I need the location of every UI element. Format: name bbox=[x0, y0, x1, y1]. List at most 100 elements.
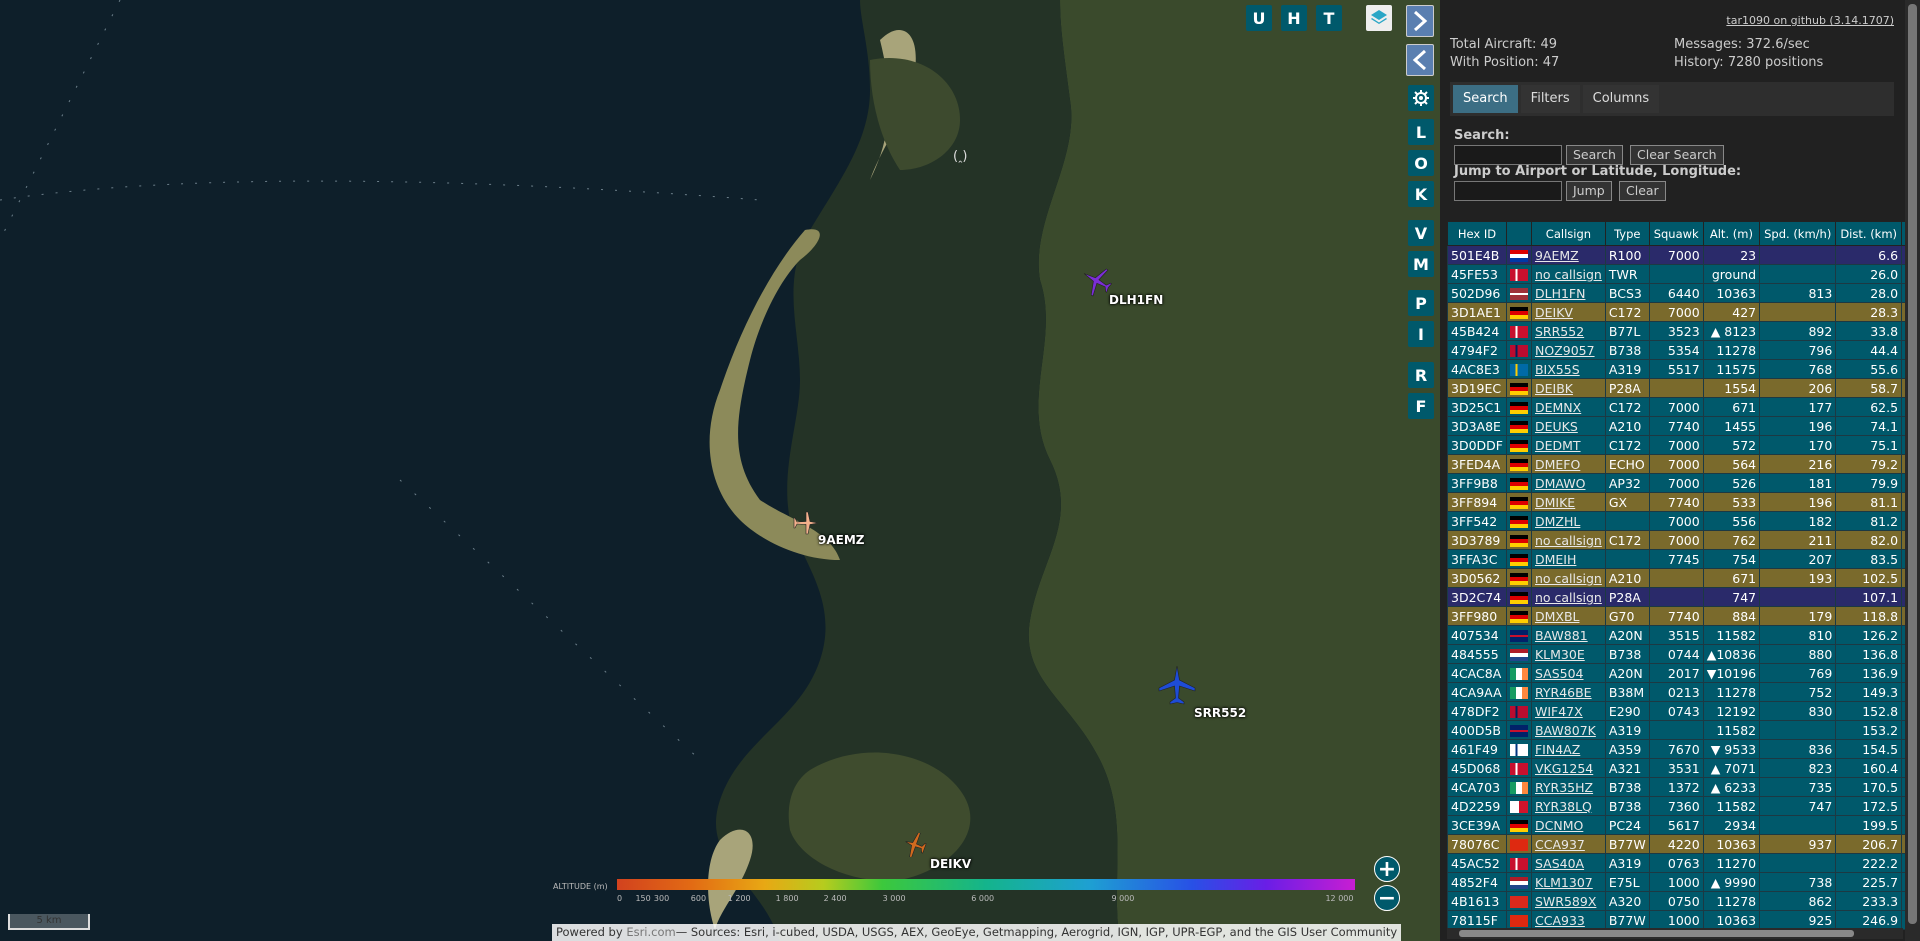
callsign-link[interactable]: DMAWO bbox=[1535, 476, 1585, 491]
table-row[interactable]: 4D2259RYR38LQB738736011582747172.5-16 bbox=[1447, 796, 1905, 816]
callsign-link[interactable]: no callsign bbox=[1535, 571, 1602, 586]
callsign-link[interactable]: 9AEMZ bbox=[1535, 248, 1579, 263]
v-button[interactable]: V bbox=[1408, 220, 1434, 246]
table-row[interactable]: 478DF2WIF47XE290074312192830152.8-12 bbox=[1447, 701, 1905, 721]
column-header[interactable]: Callsign bbox=[1530, 221, 1606, 246]
k-button[interactable]: K bbox=[1408, 181, 1434, 207]
callsign-link[interactable]: SWR589X bbox=[1535, 894, 1596, 909]
callsign-link[interactable]: DEIKV bbox=[1535, 305, 1573, 320]
callsign-link[interactable]: DCNMO bbox=[1535, 818, 1583, 833]
zoom-in-button[interactable]: + bbox=[1374, 856, 1400, 882]
chevron-left-icon[interactable] bbox=[1406, 44, 1434, 76]
gear-icon[interactable] bbox=[1408, 85, 1434, 111]
column-header[interactable]: Spd. (km/h) bbox=[1759, 221, 1837, 246]
jump-input[interactable] bbox=[1454, 181, 1562, 201]
column-header[interactable]: Dist. (km) bbox=[1835, 221, 1903, 246]
callsign-link[interactable]: NOZ9057 bbox=[1535, 343, 1595, 358]
table-row[interactable]: 3FF542DMZHL700055618281.2-16 bbox=[1447, 511, 1905, 531]
table-row[interactable]: 502D96DLH1FNBCS364401036381328.0-5 bbox=[1447, 283, 1905, 303]
callsign-link[interactable]: DMZHL bbox=[1535, 514, 1580, 529]
h-button[interactable]: H bbox=[1281, 5, 1307, 31]
column-header[interactable]: Type bbox=[1604, 221, 1650, 246]
callsign-link[interactable]: FIN4AZ bbox=[1535, 742, 1580, 757]
aircraft-icon-srr552[interactable] bbox=[1157, 664, 1197, 708]
callsign-link[interactable]: no callsign bbox=[1535, 533, 1602, 548]
vertical-scrollbar[interactable] bbox=[1905, 0, 1920, 941]
column-header[interactable]: Squawk bbox=[1648, 221, 1704, 246]
column-header[interactable]: Hex ID bbox=[1447, 221, 1507, 246]
clear-button[interactable]: Clear bbox=[1619, 181, 1666, 201]
callsign-link[interactable]: SRR552 bbox=[1535, 324, 1584, 339]
table-row[interactable]: 45FE53no callsignTWRground26.0-14 bbox=[1447, 264, 1905, 284]
table-row[interactable]: 3FF894DMIKEGX774053319681.1-18 bbox=[1447, 492, 1905, 512]
i-button[interactable]: I bbox=[1408, 321, 1434, 347]
callsign-link[interactable]: RYR35HZ bbox=[1535, 780, 1593, 795]
table-row[interactable]: 45D068VKG1254A3213531▲ 7071823160.4-9 bbox=[1447, 758, 1905, 778]
callsign-link[interactable]: KLM1307 bbox=[1535, 875, 1593, 890]
table-row[interactable]: 484555KLM30EB7380744▲10836880136.8-4 bbox=[1447, 644, 1905, 664]
table-row[interactable]: 3D0DDFDEDMTC172700057217075.1-17 bbox=[1447, 435, 1905, 455]
table-row[interactable]: 4CA9AARYR46BEB38M021311278752149.3-17 bbox=[1447, 682, 1905, 702]
f-button[interactable]: F bbox=[1408, 393, 1434, 419]
o-button[interactable]: O bbox=[1408, 150, 1434, 176]
callsign-link[interactable]: DMEIH bbox=[1535, 552, 1576, 567]
r-button[interactable]: R bbox=[1408, 362, 1434, 388]
callsign-link[interactable]: RYR38LQ bbox=[1535, 799, 1592, 814]
column-header[interactable] bbox=[1505, 221, 1532, 246]
callsign-link[interactable]: DMXBL bbox=[1535, 609, 1580, 624]
callsign-link[interactable]: SAS40A bbox=[1535, 856, 1584, 871]
tab-search[interactable]: Search bbox=[1453, 85, 1518, 113]
table-row[interactable]: 45B424SRR552B77L3523▲ 812389233.8-1 bbox=[1447, 321, 1905, 341]
zoom-out-button[interactable]: − bbox=[1374, 885, 1400, 911]
callsign-link[interactable]: BAW881 bbox=[1535, 628, 1588, 643]
callsign-link[interactable]: DEIBK bbox=[1535, 381, 1573, 396]
callsign-link[interactable]: KLM30E bbox=[1535, 647, 1585, 662]
table-row[interactable]: 3FFA3CDMEIH774575420783.5-16 bbox=[1447, 549, 1905, 569]
clear-search-button[interactable]: Clear Search bbox=[1630, 145, 1724, 165]
callsign-link[interactable]: DMEFO bbox=[1535, 457, 1580, 472]
table-row[interactable]: 3FF9B8DMAWOAP32700052618179.9-17 bbox=[1447, 473, 1905, 493]
u-button[interactable]: U bbox=[1246, 5, 1272, 31]
search-input[interactable] bbox=[1454, 145, 1562, 165]
l-button[interactable]: L bbox=[1408, 119, 1434, 145]
callsign-link[interactable]: DLH1FN bbox=[1535, 286, 1585, 301]
table-row[interactable]: 45AC52SAS40AA319076311270222.2-18 bbox=[1447, 853, 1905, 873]
table-row[interactable]: 461F49FIN4AZA3597670▼ 9533836154.5-16 bbox=[1447, 739, 1905, 759]
callsign-link[interactable]: BIX55S bbox=[1535, 362, 1580, 377]
table-row[interactable]: 3CE39ADCNMOPC2456172934199.5-19 bbox=[1447, 815, 1905, 835]
callsign-link[interactable]: DEDMT bbox=[1535, 438, 1581, 453]
table-row[interactable]: 78115FCCA933B77W100010363925246.9-18 bbox=[1447, 910, 1905, 930]
callsign-link[interactable]: no callsign bbox=[1535, 267, 1602, 282]
table-row[interactable]: 407534BAW881A20N351511582810126.2-3 bbox=[1447, 625, 1905, 645]
callsign-link[interactable]: no callsign bbox=[1535, 590, 1602, 605]
tab-filters[interactable]: Filters bbox=[1520, 85, 1580, 113]
callsign-link[interactable]: BAW807K bbox=[1535, 723, 1596, 738]
callsign-link[interactable]: WIF47X bbox=[1535, 704, 1583, 719]
table-row[interactable]: 4794F2NOZ9057B73853541127879644.4-2 bbox=[1447, 340, 1905, 360]
layers-icon[interactable] bbox=[1366, 5, 1392, 31]
callsign-link[interactable]: DEUKS bbox=[1535, 419, 1578, 434]
jump-button[interactable]: Jump bbox=[1566, 181, 1612, 201]
p-button[interactable]: P bbox=[1408, 290, 1434, 316]
callsign-link[interactable]: DEMNX bbox=[1535, 400, 1581, 415]
callsign-link[interactable]: SAS504 bbox=[1535, 666, 1584, 681]
callsign-link[interactable]: CCA933 bbox=[1535, 913, 1585, 928]
chevron-right-icon[interactable] bbox=[1406, 5, 1434, 37]
callsign-link[interactable]: RYR46BE bbox=[1535, 685, 1592, 700]
table-row[interactable]: 3FF980DMXBLG707740884179118.8-18 bbox=[1447, 606, 1905, 626]
table-row[interactable]: 3D3789no callsignC172700076221182.0-17 bbox=[1447, 530, 1905, 550]
table-row[interactable]: 3D25C1DEMNXC172700067117762.5-7 bbox=[1447, 397, 1905, 417]
tab-columns[interactable]: Columns bbox=[1582, 85, 1660, 113]
m-button[interactable]: M bbox=[1408, 251, 1434, 277]
table-row[interactable]: 3D0562no callsignA210671193102.5-16 bbox=[1447, 568, 1905, 588]
aircraft-icon-9aemz[interactable] bbox=[792, 508, 818, 538]
table-row[interactable]: 4B1613SWR589XA320075011278862233.3-16 bbox=[1447, 891, 1905, 911]
table-row[interactable]: 4AC8E3BIX55SA31955171157576855.6-2 bbox=[1447, 359, 1905, 379]
table-row[interactable]: 3D3A8EDEUKSA2107740145519674.1-3 bbox=[1447, 416, 1905, 436]
t-button[interactable]: T bbox=[1316, 5, 1342, 31]
callsign-link[interactable]: DMIKE bbox=[1535, 495, 1575, 510]
table-row[interactable]: 3FED4ADMEFOECHO700056421679.2-12 bbox=[1447, 454, 1905, 474]
horizontal-scrollbar[interactable] bbox=[1447, 928, 1903, 939]
table-row[interactable]: 4CAC8ASAS504A20N2017▼10196769136.9-10 bbox=[1447, 663, 1905, 683]
callsign-link[interactable]: VKG1254 bbox=[1535, 761, 1593, 776]
